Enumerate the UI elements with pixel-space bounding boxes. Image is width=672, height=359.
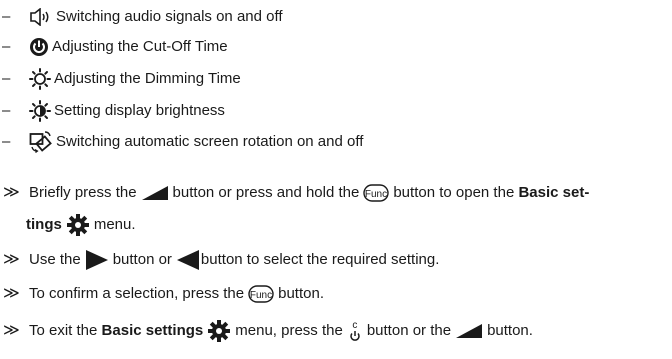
step-marker: ≫ bbox=[3, 285, 20, 302]
right-button-icon bbox=[85, 250, 108, 270]
brightness-icon bbox=[29, 100, 51, 122]
step-text: To exit the bbox=[29, 322, 98, 339]
list-item-label: Switching automatic screen rotation on a… bbox=[56, 133, 364, 150]
step-text: button to open the bbox=[393, 184, 515, 201]
screen-rotation-icon bbox=[29, 131, 53, 153]
list-item-label: Adjusting the Dimming Time bbox=[54, 70, 241, 87]
gear-icon bbox=[208, 320, 231, 342]
step-1-line-2: tings menu. bbox=[26, 214, 136, 236]
dimming-time-icon bbox=[29, 68, 51, 90]
list-dash: – bbox=[2, 102, 11, 119]
step-text: menu, press the bbox=[235, 322, 343, 339]
list-dash: – bbox=[2, 70, 11, 87]
step-text: Use the bbox=[29, 251, 81, 268]
list-dash: – bbox=[2, 38, 11, 55]
menu-name-bold: Basic set- bbox=[518, 184, 590, 201]
step-marker: ≫ bbox=[3, 251, 20, 268]
step-text: button. bbox=[487, 322, 533, 339]
menu-button-icon bbox=[141, 186, 168, 200]
menu-button-icon bbox=[456, 324, 483, 338]
step-text: button or bbox=[112, 251, 172, 268]
step-text: button or press and hold the bbox=[172, 184, 360, 201]
list-item-dimming: – Adjusting the Dimming Time bbox=[0, 68, 241, 90]
list-item-label: Switching audio signals on and off bbox=[56, 8, 283, 25]
cancel-button-icon: c bbox=[349, 319, 361, 342]
step-1-line-1: ≫ Briefly press the button or press and … bbox=[0, 183, 589, 203]
menu-name-bold: tings bbox=[26, 216, 62, 233]
list-dash: – bbox=[2, 8, 11, 25]
list-item-audio: – Switching audio signals on and off bbox=[0, 7, 283, 27]
func-button-icon: Func bbox=[363, 184, 390, 202]
speaker-icon bbox=[29, 8, 53, 26]
func-label: Func bbox=[250, 290, 272, 301]
cut-off-time-icon bbox=[29, 37, 49, 57]
step-text: button to select the required setting. bbox=[200, 251, 440, 268]
step-text: menu. bbox=[93, 216, 136, 233]
list-item-cutoff: – Adjusting the Cut-Off Time bbox=[0, 37, 228, 57]
step-text: To confirm a selection, press the bbox=[29, 285, 245, 302]
list-dash: – bbox=[2, 133, 11, 150]
step-text: button or the bbox=[366, 322, 452, 339]
step-2: ≫ Use the button or button to select the… bbox=[0, 250, 439, 270]
gear-icon bbox=[66, 214, 89, 236]
step-3: ≫ To confirm a selection, press the Func… bbox=[0, 284, 324, 304]
list-item-rotation: – Switching automatic screen rotation on… bbox=[0, 131, 363, 153]
list-item-label: Adjusting the Cut-Off Time bbox=[52, 38, 228, 55]
menu-name-bold: Basic settings bbox=[101, 322, 204, 339]
list-item-brightness: – Setting display brightness bbox=[0, 100, 225, 122]
func-button-icon: Func bbox=[248, 285, 274, 303]
func-label: Func bbox=[365, 189, 387, 200]
step-text: button. bbox=[278, 285, 324, 302]
left-button-icon bbox=[176, 250, 199, 270]
step-text: Briefly press the bbox=[29, 184, 137, 201]
step-4: ≫ To exit the Basic settings menu, press… bbox=[0, 320, 533, 342]
list-item-label: Setting display brightness bbox=[54, 102, 225, 119]
step-marker: ≫ bbox=[3, 322, 20, 339]
cancel-label: c bbox=[352, 319, 358, 331]
step-marker: ≫ bbox=[3, 184, 20, 201]
